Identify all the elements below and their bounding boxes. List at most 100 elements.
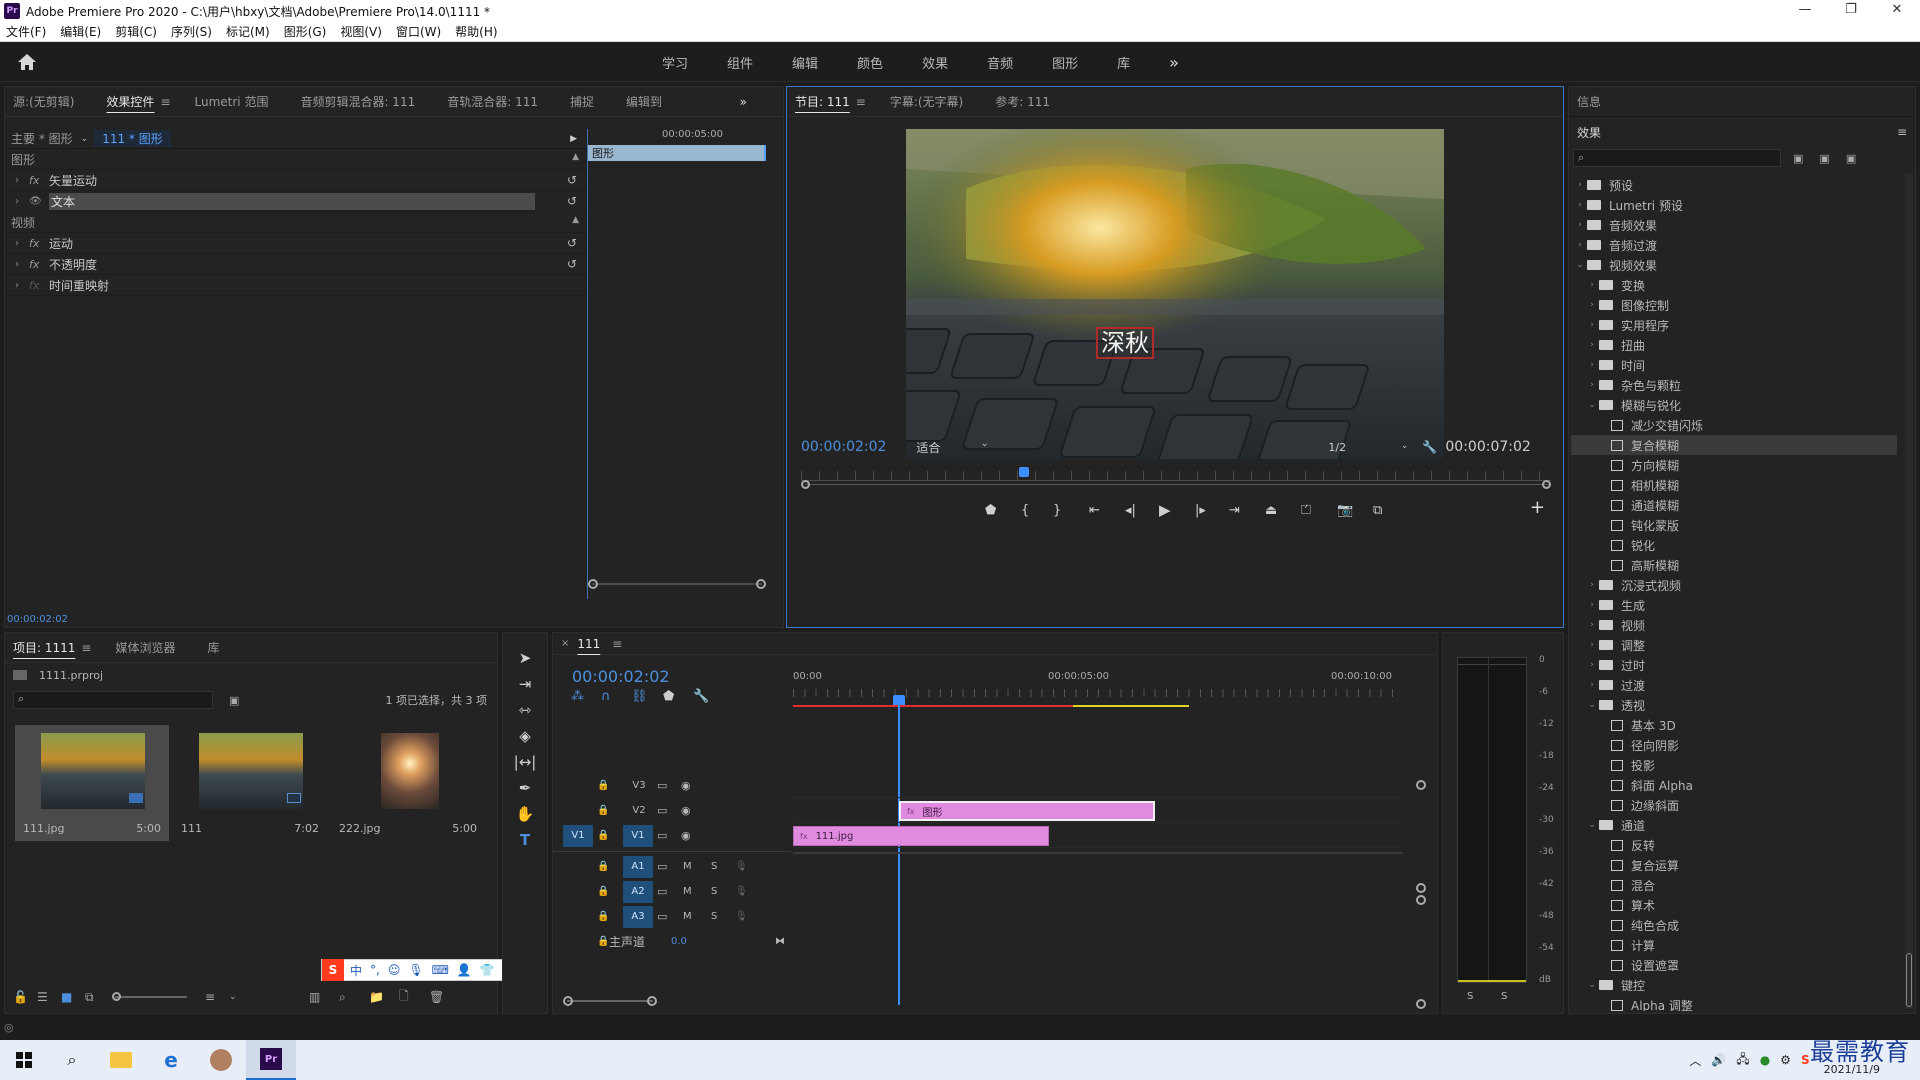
workspace-audio[interactable]: 音频 <box>987 53 1013 72</box>
mic-icon[interactable]: 🎙 <box>735 911 748 922</box>
track-select-tool-icon[interactable]: ⇥ <box>519 675 532 701</box>
menu-sequence[interactable]: 序列(S) <box>171 23 212 40</box>
effect-item[interactable]: 设置遮罩 <box>1571 955 1897 975</box>
solo-icon[interactable]: S <box>711 886 717 897</box>
tab-project[interactable]: 项目: 1111 <box>13 639 75 656</box>
effects-folder[interactable]: › 时间 <box>1571 355 1897 375</box>
fx-row-vector-motion[interactable]: › fx 矢量运动 ↺ <box>5 170 587 191</box>
export-frame-icon[interactable]: 📷 <box>1337 503 1373 518</box>
new-bin-icon[interactable]: 📁 <box>369 990 399 1004</box>
razor-tool-icon[interactable]: ◈ <box>519 727 531 753</box>
sogou-tray-icon[interactable]: S <box>1801 1053 1810 1067</box>
fx-icon[interactable]: fx <box>29 174 49 187</box>
effects-folder[interactable]: › 沉浸式视频 <box>1571 575 1897 595</box>
lock-icon[interactable]: 🔒 <box>597 805 609 816</box>
lock-icon[interactable]: 🔒 <box>597 830 609 841</box>
hand-tool-icon[interactable]: ✋ <box>516 805 535 831</box>
chevron-right-icon[interactable]: › <box>1573 220 1587 230</box>
compare-view-icon[interactable]: ⧉ <box>1373 503 1409 518</box>
effects-folder[interactable]: ⌄ 视频效果 <box>1571 255 1897 275</box>
emoji-icon[interactable]: ☺ <box>388 963 401 977</box>
accelerated-effects-icon[interactable]: ▣ <box>1793 152 1803 165</box>
effects-folder[interactable]: › 过渡 <box>1571 675 1897 695</box>
chevron-right-icon[interactable]: › <box>15 238 29 249</box>
workspace-effects[interactable]: 效果 <box>922 53 948 72</box>
chevron-right-icon[interactable]: › <box>1585 620 1599 630</box>
timeline-clip[interactable]: fx 111.jpg <box>793 826 1049 846</box>
close-icon[interactable]: × <box>561 638 569 649</box>
new-bin-from-search-icon[interactable]: ▣ <box>229 694 239 707</box>
effects-folder[interactable]: › 生成 <box>1571 595 1897 615</box>
fx-icon[interactable]: fx <box>29 279 49 292</box>
workspace-graphics[interactable]: 图形 <box>1052 53 1078 72</box>
effects-search-input[interactable]: ⌕ <box>1573 149 1781 167</box>
effects-folder[interactable]: › 音频效果 <box>1571 215 1897 235</box>
chevron-right-icon[interactable]: › <box>1585 580 1599 590</box>
chevron-right-icon[interactable]: › <box>1585 300 1599 310</box>
project-item[interactable]: 111.jpg 5:00 <box>15 725 169 841</box>
tabs-overflow-icon[interactable]: » <box>740 95 747 109</box>
sync-lock-icon[interactable]: ▭ <box>657 860 667 873</box>
panel-menu-icon[interactable]: ≡ <box>81 641 91 655</box>
source-patch-v1[interactable]: V1 <box>563 824 593 847</box>
status-icon[interactable]: ◎ <box>4 1021 14 1034</box>
tab-captions[interactable]: 字幕:(无字幕) <box>890 93 963 110</box>
reset-icon[interactable]: ↺ <box>567 173 577 187</box>
tab-media-browser[interactable]: 媒体浏览器 <box>115 639 175 656</box>
menu-edit[interactable]: 编辑(E) <box>60 23 101 40</box>
lock-icon[interactable]: 🔒 <box>597 780 609 791</box>
fx-row-opacity[interactable]: › fx 不透明度 ↺ <box>5 254 587 275</box>
tab-sequence[interactable]: 111 <box>577 637 600 651</box>
effect-item[interactable]: Alpha 调整 <box>1571 995 1897 1011</box>
chevron-right-icon[interactable]: › <box>15 175 29 186</box>
project-item[interactable]: 111 7:02 <box>173 725 327 841</box>
effect-item[interactable]: 基本 3D <box>1571 715 1897 735</box>
chevron-right-icon[interactable]: › <box>1585 680 1599 690</box>
chevron-right-icon[interactable]: › <box>1585 600 1599 610</box>
yuv-effects-icon[interactable]: ▣ <box>1846 152 1856 165</box>
ime-mode[interactable]: 中 <box>350 962 362 979</box>
effects-scrollbar[interactable] <box>1905 173 1913 1009</box>
tray-app-icon[interactable]: ⚙ <box>1780 1053 1791 1067</box>
timeline-clip[interactable]: fx 图形 <box>898 801 1155 821</box>
effects-folder[interactable]: ⌄ 键控 <box>1571 975 1897 995</box>
effect-item[interactable]: 斜面 Alpha <box>1571 775 1897 795</box>
mute-icon[interactable]: M <box>683 886 692 897</box>
extract-icon[interactable]: ⏍ <box>1301 503 1337 518</box>
windows-start-icon[interactable] <box>0 1052 48 1068</box>
fx-icon[interactable]: fx <box>29 237 49 250</box>
tab-program[interactable]: 节目: 111 <box>795 93 850 110</box>
linked-selection-icon[interactable]: ⛓ <box>631 689 663 704</box>
effect-item[interactable]: 减少交错闪烁 <box>1571 415 1897 435</box>
solo-right-button[interactable]: S <box>1501 991 1507 1002</box>
chevron-down-icon[interactable]: ⌄ <box>1585 400 1599 410</box>
sync-lock-icon[interactable]: ▭ <box>657 804 667 817</box>
solo-icon[interactable]: S <box>711 861 717 872</box>
track-label[interactable]: A1 <box>623 855 653 878</box>
tab-effect-controls[interactable]: 效果控件 <box>106 93 154 110</box>
snap-icon[interactable]: ∩ <box>601 689 631 704</box>
find-icon[interactable]: ⌕ <box>339 990 369 1005</box>
timeline-ruler[interactable]: 00:00 00:00:05:00 00:00:10:00 <box>793 661 1403 709</box>
chevron-right-icon[interactable]: › <box>1585 320 1599 330</box>
track-label[interactable]: V1 <box>623 824 653 847</box>
mark-in-icon[interactable]: { <box>1021 503 1053 518</box>
chevron-down-icon[interactable]: ⌄ <box>1585 700 1599 710</box>
scroll-handle[interactable] <box>563 996 573 1006</box>
zoom-select[interactable]: 适合 ⌄ <box>916 439 988 456</box>
project-item[interactable]: 222.jpg 5:00 <box>331 725 485 841</box>
effects-folder[interactable]: ⌄ 透视 <box>1571 695 1897 715</box>
effects-folder[interactable]: › 实用程序 <box>1571 315 1897 335</box>
eye-icon[interactable]: ◉ <box>681 829 691 842</box>
chevron-right-icon[interactable]: › <box>1573 180 1587 190</box>
effects-folder[interactable]: › 预设 <box>1571 175 1897 195</box>
effect-item[interactable]: 边缘斜面 <box>1571 795 1897 815</box>
mini-zoom-scroll[interactable] <box>588 579 766 589</box>
lock-icon[interactable]: 🔒 <box>597 886 609 897</box>
solo-icon[interactable]: S <box>711 911 717 922</box>
sync-lock-icon[interactable]: ▭ <box>657 910 667 923</box>
menu-graphics[interactable]: 图形(G) <box>284 23 327 40</box>
effects-folder[interactable]: › 扭曲 <box>1571 335 1897 355</box>
volume-icon[interactable]: 🔊 <box>1711 1053 1726 1067</box>
eye-icon[interactable]: 👁 <box>29 196 49 207</box>
